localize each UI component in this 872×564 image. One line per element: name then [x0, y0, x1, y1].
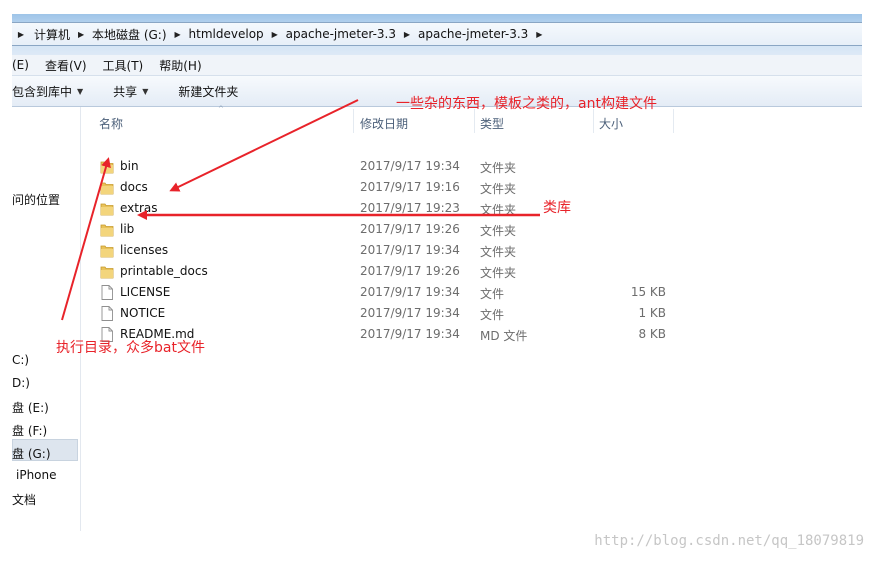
annotation-arrows [61, 99, 540, 321]
annotation-bin: 执行目录，众多bat文件 [56, 340, 205, 356]
annotation-lib: 类库 [543, 200, 571, 216]
arrow-to-extras [169, 99, 359, 192]
watermark: http://blog.csdn.net/qq_18079819 [594, 533, 864, 549]
annotation-extras: 一些杂的东西，模板之类的，ant构建文件 [396, 96, 657, 112]
arrow-to-bin [61, 157, 111, 321]
